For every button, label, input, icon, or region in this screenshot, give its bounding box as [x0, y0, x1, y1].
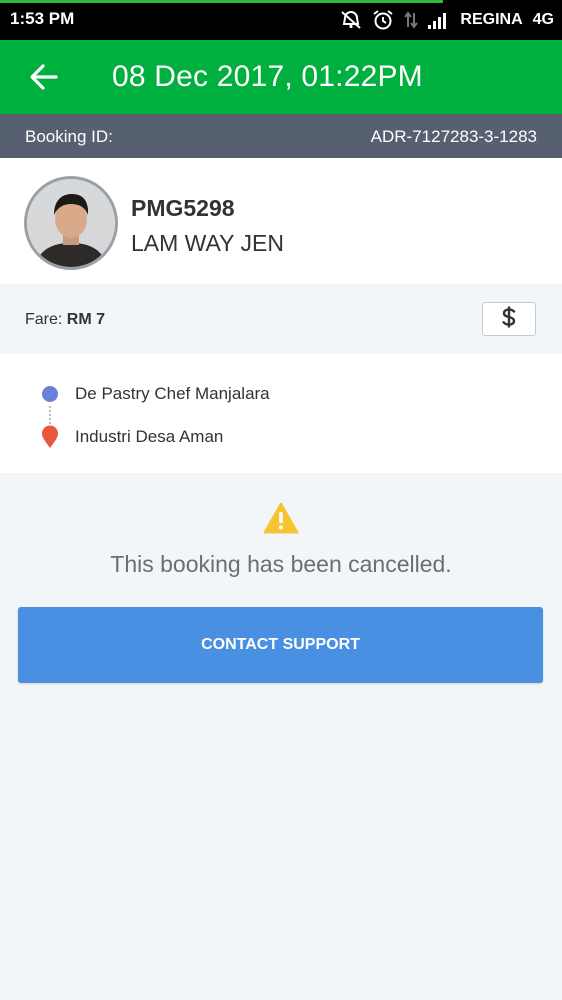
route-connector [49, 406, 53, 424]
avatar [24, 176, 118, 270]
arrow-left-icon[interactable] [28, 62, 60, 92]
dropoff-location: Industri Desa Aman [75, 427, 224, 446]
pickup-dot-icon [42, 386, 58, 402]
status-icons: REGINA 4G [340, 6, 554, 34]
payment-method-button[interactable] [482, 302, 536, 336]
booking-id-value: ADR-7127283-3-1283 [370, 127, 537, 146]
route-section: De Pastry Chef Manjalara Industri Desa A… [0, 354, 562, 473]
app-bar: 08 Dec 2017, 01:22PM [0, 40, 562, 114]
page-title: 08 Dec 2017, 01:22PM [112, 60, 423, 93]
fare-label: Fare: [25, 311, 63, 328]
alarm-icon [372, 9, 394, 31]
carrier-name: REGINA [460, 11, 523, 28]
booking-id-label: Booking ID: [25, 127, 113, 146]
map-pin-icon [41, 425, 59, 449]
fare-row: Fare: RM 7 [0, 284, 562, 354]
contact-support-button[interactable]: CONTACT SUPPORT [18, 607, 543, 683]
status-time: 1:53 PM [10, 9, 75, 28]
status-bar: 1:53 PM REGINA 4G [0, 0, 562, 40]
driver-plate: PMG5298 [131, 195, 235, 221]
driver-card: PMG5298 LAM WAY JEN [0, 158, 562, 284]
fare-text: Fare: RM 7 [25, 311, 105, 329]
mute-icon [340, 10, 362, 30]
fare-amount: RM 7 [66, 311, 106, 328]
network-type: 4G [532, 11, 554, 28]
status-progress [0, 0, 443, 3]
pickup-location: De Pastry Chef Manjalara [75, 384, 270, 403]
signal-icon [428, 11, 450, 29]
dollar-icon [499, 305, 519, 334]
warning-icon [263, 502, 299, 534]
booking-id-bar: Booking ID: ADR-7127283-3-1283 [0, 114, 562, 158]
data-arrows-icon [404, 10, 419, 30]
cancellation-section: This booking has been cancelled. CONTACT… [0, 473, 562, 1000]
driver-name: LAM WAY JEN [131, 230, 284, 256]
cancellation-message: This booking has been cancelled. [110, 551, 452, 577]
